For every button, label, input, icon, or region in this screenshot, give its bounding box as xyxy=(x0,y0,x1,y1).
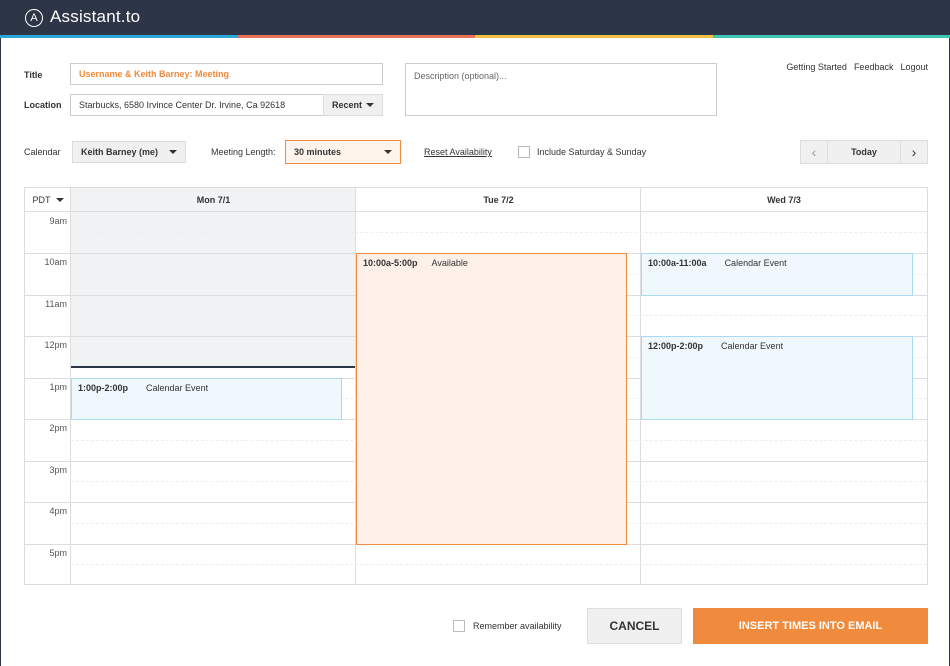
timezone-label: PDT xyxy=(32,194,51,205)
remember-availability-label: Remember availability xyxy=(473,621,562,631)
time-label: 4pm xyxy=(49,506,67,516)
chevron-down-icon xyxy=(169,150,177,154)
next-week-button[interactable]: › xyxy=(900,140,928,164)
location-input[interactable]: Starbucks, 6580 Irvince Center Dr. Irvin… xyxy=(70,94,324,116)
time-label: 2pm xyxy=(49,423,67,433)
half-hour-line xyxy=(71,232,927,233)
event-time: 12:00p-2:00p xyxy=(648,341,704,351)
getting-started-link[interactable]: Getting Started xyxy=(786,62,847,72)
chevron-left-icon: ‹ xyxy=(811,144,817,160)
top-links: Getting Started Feedback Logout xyxy=(786,62,928,72)
past-time-shading xyxy=(71,188,356,367)
logo-icon: A xyxy=(25,9,43,27)
recent-label: Recent xyxy=(332,100,363,110)
include-weekend-label: Include Saturday & Sunday xyxy=(537,147,647,157)
time-label: 11am xyxy=(45,299,67,309)
meeting-length-dropdown[interactable]: 30 minutes xyxy=(285,140,401,164)
calendar-event[interactable]: 12:00p-2:00p Calendar Event xyxy=(641,336,913,420)
calendar-value: Keith Barney (me) xyxy=(81,147,159,157)
prev-week-button[interactable]: ‹ xyxy=(800,140,828,164)
chevron-down-icon xyxy=(366,103,374,107)
event-label: Calendar Event xyxy=(146,383,209,393)
event-label: Calendar Event xyxy=(721,341,784,351)
calendar-event[interactable]: 10:00a-11:00a Calendar Event xyxy=(641,253,913,296)
half-hour-line xyxy=(71,564,927,565)
title-label: Title xyxy=(24,70,43,80)
timezone-selector[interactable]: PDT xyxy=(25,188,71,212)
description-input[interactable]: Description (optional)... xyxy=(405,63,717,116)
event-time: 10:00a-11:00a xyxy=(648,258,707,268)
chevron-down-icon xyxy=(384,150,392,154)
day-header-wed: Wed 7/3 xyxy=(641,188,927,212)
location-label: Location xyxy=(24,100,62,110)
availability-block[interactable]: 10:00a-5:00p Available xyxy=(356,253,627,545)
brand-name: Assistant.to xyxy=(50,7,141,26)
remember-availability-checkbox[interactable] xyxy=(453,620,465,632)
reset-availability-link[interactable]: Reset Availability xyxy=(424,147,492,157)
today-button[interactable]: Today xyxy=(828,140,900,164)
date-navigation: ‹ Today › xyxy=(800,140,928,164)
time-label: 3pm xyxy=(49,465,67,475)
calendar-grid: PDT Mon 7/1 Tue 7/2 Wed 7/3 9am 10am 11a… xyxy=(24,187,928,585)
meeting-length-label: Meeting Length: xyxy=(211,147,276,157)
day-header-mon: Mon 7/1 xyxy=(71,188,356,212)
top-bar: A Assistant.to xyxy=(0,0,950,35)
cancel-button[interactable]: CANCEL xyxy=(587,608,682,644)
event-label: Calendar Event xyxy=(724,258,787,268)
calendar-label: Calendar xyxy=(24,147,61,157)
event-label: Available xyxy=(431,258,468,268)
day-header-tue: Tue 7/2 xyxy=(356,188,641,212)
calendar-dropdown[interactable]: Keith Barney (me) xyxy=(72,141,186,163)
logout-link[interactable]: Logout xyxy=(900,62,928,72)
current-time-indicator xyxy=(71,366,356,368)
title-input[interactable]: Username & Keith Barney: Meeting xyxy=(70,63,383,85)
time-label: 9am xyxy=(49,216,67,226)
event-time: 1:00p-2:00p xyxy=(78,383,129,393)
insert-times-button[interactable]: INSERT TIMES INTO EMAIL xyxy=(693,608,928,644)
chevron-right-icon: › xyxy=(911,144,917,160)
recent-dropdown[interactable]: Recent xyxy=(323,94,383,116)
meeting-length-value: 30 minutes xyxy=(294,147,342,157)
time-label: 1pm xyxy=(49,382,67,392)
chevron-down-icon xyxy=(55,197,64,202)
time-label: 12pm xyxy=(44,340,67,350)
include-weekend-checkbox[interactable] xyxy=(518,146,530,158)
feedback-link[interactable]: Feedback xyxy=(854,62,894,72)
time-label: 10am xyxy=(44,257,67,267)
time-label: 5pm xyxy=(49,548,67,558)
event-time: 10:00a-5:00p xyxy=(363,258,418,268)
calendar-event[interactable]: 1:00p-2:00p Calendar Event xyxy=(71,378,342,420)
